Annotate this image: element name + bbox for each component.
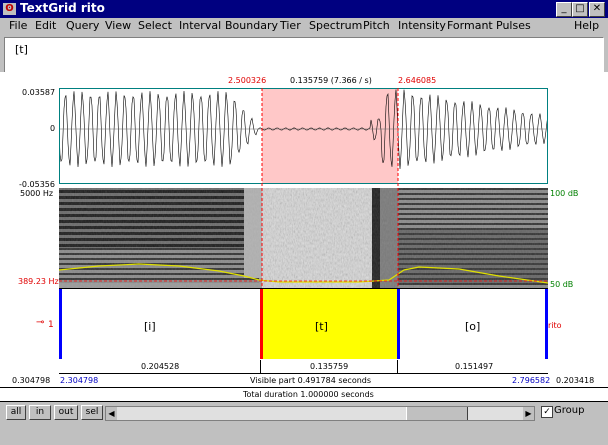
spectrogram-panel [59, 188, 548, 288]
right-outside-duration[interactable]: 0.203418 [556, 376, 594, 385]
window-title: TextGrid rito [20, 1, 105, 15]
menu-pulses[interactable]: Pulses [496, 19, 531, 32]
menu-file[interactable]: File [9, 19, 27, 32]
interval-selected[interactable] [262, 289, 398, 359]
interval-duration[interactable]: 0.204528 [141, 362, 179, 371]
title-bar: ʘ TextGrid rito _ □ ✕ [0, 0, 608, 18]
app-icon: ʘ [3, 3, 16, 15]
selection-end-time: 2.646085 [398, 76, 437, 85]
menu-pitch[interactable]: Pitch [363, 19, 390, 32]
maximize-button[interactable]: □ [572, 2, 588, 17]
menu-intensity[interactable]: Intensity [398, 19, 446, 32]
menu-interval[interactable]: Interval [179, 19, 221, 32]
visible-end-time: 2.796582 [512, 376, 551, 385]
selection-start-time: 2.500326 [228, 76, 267, 85]
tier-name: rito [548, 321, 562, 330]
tier-arrow-icon: ⊸ [36, 317, 45, 328]
interval-label[interactable]: [o] [465, 320, 480, 333]
signal-view[interactable] [59, 88, 548, 288]
zoom-selection-button[interactable]: sel [81, 405, 103, 420]
visible-start-time: 2.304798 [60, 376, 99, 385]
boundary-left[interactable] [59, 289, 62, 359]
intensity-min-label: 50 dB [550, 280, 574, 289]
menu-boundary[interactable]: Boundary [225, 19, 278, 32]
scroll-right-icon[interactable]: ▶ [523, 407, 534, 420]
menu-edit[interactable]: Edit [35, 19, 56, 32]
close-button[interactable]: ✕ [589, 2, 605, 17]
menu-select[interactable]: Select [138, 19, 172, 32]
scroll-thumb[interactable] [406, 407, 468, 420]
menu-help[interactable]: Help [574, 19, 599, 32]
interval-duration[interactable]: 0.135759 [310, 362, 348, 371]
waveform-min-label: -0.05356 [19, 180, 55, 189]
total-duration-label: Total duration 1.000000 seconds [243, 390, 374, 399]
pitch-cursor-label: 389.23 Hz [18, 277, 59, 286]
minimize-button[interactable]: _ [556, 2, 572, 17]
interval-text-field[interactable]: [t] [4, 37, 604, 73]
interval-text-value: [t] [15, 43, 28, 56]
menu-formant[interactable]: Formant [447, 19, 493, 32]
menu-query[interactable]: Query [66, 19, 99, 32]
selection-duration: 0.135759 (7.366 / s) [290, 76, 372, 85]
menu-view[interactable]: View [105, 19, 131, 32]
horizontal-scrollbar[interactable]: ◀ ▶ [105, 406, 535, 421]
interval-duration[interactable]: 0.151497 [455, 362, 493, 371]
visible-part-label[interactable]: Visible part 0.491784 seconds [250, 376, 371, 385]
scroll-left-icon[interactable]: ◀ [106, 407, 117, 420]
tier-number: 1 [48, 320, 54, 330]
spectrogram-max-freq: 5000 Hz [20, 189, 54, 198]
zoom-all-button[interactable]: all [6, 405, 26, 420]
menu-tier[interactable]: Tier [280, 19, 301, 32]
boundary-2[interactable] [397, 289, 400, 359]
waveform-zero-label: 0 [50, 124, 56, 133]
selection-highlight [262, 88, 398, 184]
boundary-1[interactable] [260, 289, 263, 359]
intensity-max-label: 100 dB [550, 189, 579, 198]
group-checkbox[interactable]: ✓ [541, 406, 553, 418]
menu-spectrum[interactable]: Spectrum [309, 19, 362, 32]
group-label: Group [554, 405, 585, 416]
left-outside-duration[interactable]: 0.304798 [12, 376, 50, 385]
menu-bar: File Edit Query View Select Interval Bou… [0, 18, 608, 35]
interval-label[interactable]: [t] [315, 320, 328, 333]
waveform-max-label: 0.03587 [22, 88, 56, 97]
zoom-in-button[interactable]: in [29, 405, 51, 420]
interval-label[interactable]: [i] [144, 320, 156, 333]
zoom-out-button[interactable]: out [54, 405, 78, 420]
